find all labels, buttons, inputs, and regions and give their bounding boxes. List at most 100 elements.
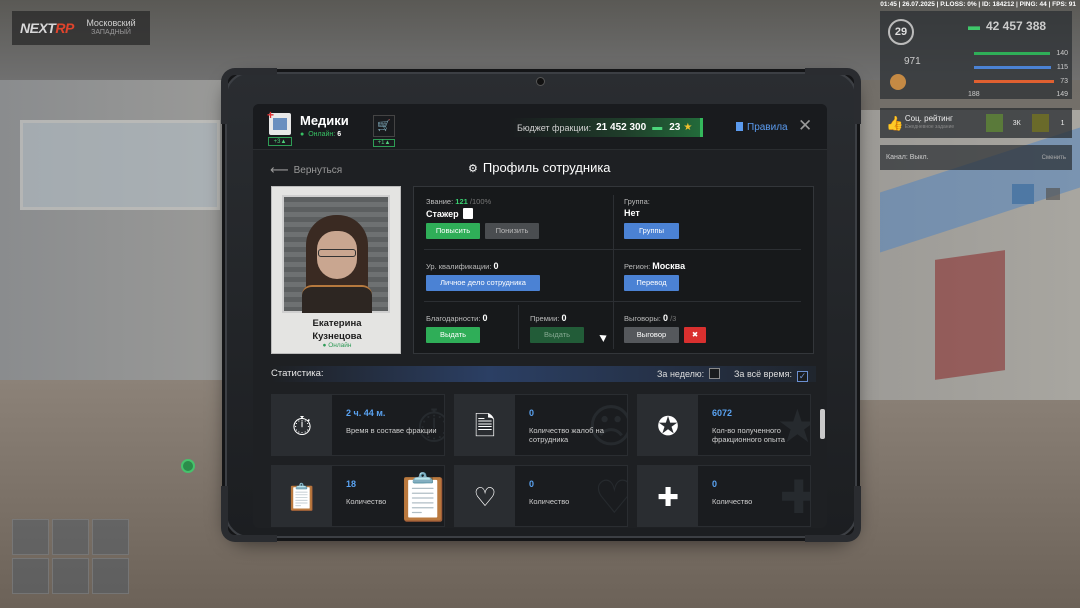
close-icon[interactable]: ✕	[798, 116, 812, 136]
heartbeat-icon: ♡	[455, 466, 515, 526]
stat-card: ☹ 🗎 0 Количество жалоб на сотрудника	[454, 394, 628, 456]
employee-photo-card: Екатерина Кузнецова ● Онлайн	[271, 186, 401, 354]
complaint-doc-icon: 🗎	[455, 395, 515, 455]
faction-topbar: +3▲ Медики ● Онлайн:6 🛒 +1▲ Бюджет фракц…	[253, 104, 827, 150]
inventory-slot[interactable]	[92, 558, 129, 594]
transfer-button[interactable]: Перевод	[624, 275, 679, 291]
group-field: Группа: Нет	[624, 197, 650, 218]
tablet-camera	[536, 77, 545, 86]
qualification-field: Ур. квалификации: 0	[426, 261, 499, 271]
stat-label: Кол-во полученного фракционного опыта	[712, 426, 785, 444]
scene-window	[20, 120, 220, 210]
reprimand-button[interactable]: Выговор	[624, 327, 679, 343]
demote-button[interactable]: Понизить	[485, 223, 539, 239]
rank-field: Звание: 121 /100% Стажер	[426, 197, 492, 219]
hospital-icon	[267, 108, 291, 135]
stat-value: 6072	[712, 408, 733, 418]
tablet-device: +3▲ Медики ● Онлайн:6 🛒 +1▲ Бюджет фракц…	[221, 68, 861, 542]
hud-stat-row: 188 149	[968, 91, 1068, 98]
hud-stat-row: 140	[968, 50, 1068, 57]
stat-value: 0	[712, 479, 718, 489]
cart-icon[interactable]: 🛒	[373, 115, 395, 137]
stat-value: 0	[529, 408, 535, 418]
inventory-slot[interactable]	[12, 558, 49, 594]
inventory-slot[interactable]	[12, 519, 49, 555]
voice-channel-panel[interactable]: Канал: Выкл. Сменить	[880, 145, 1072, 170]
social-rating-text: Соц. рейтинг Ежедневное задание	[904, 114, 955, 130]
employee-info-panel: Звание: 121 /100% Стажер Повысить Понизи…	[413, 186, 814, 354]
stat-card: ⏱ ⏱ 2 ч. 44 м. Время в составе фракции	[271, 394, 445, 456]
hud-avatar	[890, 74, 906, 90]
period-week[interactable]: За неделю:	[657, 366, 721, 382]
inventory-slot[interactable]	[92, 519, 129, 555]
stat-card: ♡ ♡ 0 Количество	[454, 465, 628, 527]
stat-value: 0	[529, 479, 535, 489]
all-time-checkbox[interactable]: ✓	[796, 371, 808, 382]
region-field: Регион: Москва	[624, 261, 686, 271]
employee-name: Екатерина Кузнецова	[312, 318, 362, 342]
budget-value: 21 452 300	[596, 122, 647, 133]
budget-stars: 23	[669, 122, 681, 133]
faction-name: Медики	[300, 113, 349, 128]
cart-badge: +1▲	[373, 139, 395, 147]
server-name: Московский ЗАПАДНЫЙ	[86, 18, 136, 36]
stats-scrollbar[interactable]	[820, 409, 825, 439]
social-reward-icon	[1032, 114, 1050, 132]
clipboard-icon: 📋	[272, 466, 332, 526]
divider	[613, 195, 614, 349]
gps-marker-icon	[181, 459, 195, 473]
hud-stat-row: 115	[968, 64, 1068, 71]
inventory-slot[interactable]	[52, 519, 89, 555]
week-checkbox[interactable]	[709, 368, 721, 379]
employee-status: ● Онлайн	[322, 342, 352, 349]
hud-stat-row: 73	[968, 78, 1068, 85]
thanks-field: Благодарности: 0	[426, 313, 488, 323]
personal-file-button[interactable]: Личное дело сотрудника	[426, 275, 540, 291]
scene-door	[935, 250, 1005, 380]
stat-card: ★ ✪ 6072 Кол-во полученного фракционного…	[637, 394, 811, 456]
star-icon: ★	[683, 122, 693, 133]
exp-badge-icon: ✪	[638, 395, 698, 455]
stat-label: Количество жалоб на сотрудника	[529, 426, 604, 444]
faction-badge: +3▲	[268, 137, 292, 146]
cash-icon: ▬	[652, 122, 663, 133]
reprimand-field: Выговоры: 0 /3	[624, 313, 677, 323]
inventory-slot[interactable]	[52, 558, 89, 594]
hud-money: ▬ 42 457 388	[968, 19, 1047, 33]
hud-score: 971	[904, 56, 921, 67]
stat-card: 📋 📋 18 Количество	[271, 465, 445, 527]
stat-label: Количество	[712, 497, 753, 506]
calendar-icon[interactable]	[1012, 184, 1034, 204]
give-bonus-button[interactable]: Выдать	[530, 327, 584, 343]
tablet-screen: +3▲ Медики ● Онлайн:6 🛒 +1▲ Бюджет фракц…	[253, 104, 827, 528]
hotkey-icon	[1046, 188, 1060, 200]
stat-card: ✚ ✚ 0 Количество	[637, 465, 811, 527]
level-circle: 29	[888, 19, 914, 45]
budget-label: Бюджет фракции:	[517, 122, 592, 133]
stopwatch-icon: ⏱	[272, 395, 332, 455]
cash-icon: ▬	[968, 19, 980, 33]
channel-label: Канал: Выкл.	[886, 154, 929, 161]
server-logo: NEXTRP	[20, 20, 74, 36]
page-title: ⚙ Профиль сотрудника	[468, 160, 611, 175]
social-reward-value: 1	[1060, 119, 1065, 127]
stat-label: Время в составе фракции	[346, 426, 437, 435]
gear-icon: ⚙	[468, 163, 478, 175]
stats-title: Статистика:	[271, 368, 324, 379]
period-all-time[interactable]: За всё время: ✓	[734, 366, 808, 382]
faction-online: ● Онлайн: 6	[300, 131, 342, 138]
groups-button[interactable]: Группы	[624, 223, 679, 239]
remove-reprimand-icon[interactable]: ✖	[684, 327, 706, 343]
divider	[424, 249, 801, 250]
social-rating-panel: 👍 Соц. рейтинг Ежедневное задание 3К 1	[880, 108, 1072, 138]
stat-value: 2 ч. 44 м.	[346, 408, 386, 418]
give-thanks-button[interactable]: Выдать	[426, 327, 480, 343]
promote-button[interactable]: Повысить	[426, 223, 480, 239]
rank-checkbox[interactable]	[462, 208, 473, 219]
stats-header: Статистика: За неделю: За всё время: ✓	[271, 366, 816, 382]
faction-budget: Бюджет фракции: 21 452 300 ▬ 23 ★	[509, 118, 704, 137]
channel-switch[interactable]: Сменить	[1042, 155, 1066, 161]
server-logo-box: NEXTRP Московский ЗАПАДНЫЙ	[12, 11, 150, 45]
rules-link[interactable]: Правила	[736, 122, 788, 133]
back-button[interactable]: ⟵ Вернуться	[270, 162, 342, 178]
